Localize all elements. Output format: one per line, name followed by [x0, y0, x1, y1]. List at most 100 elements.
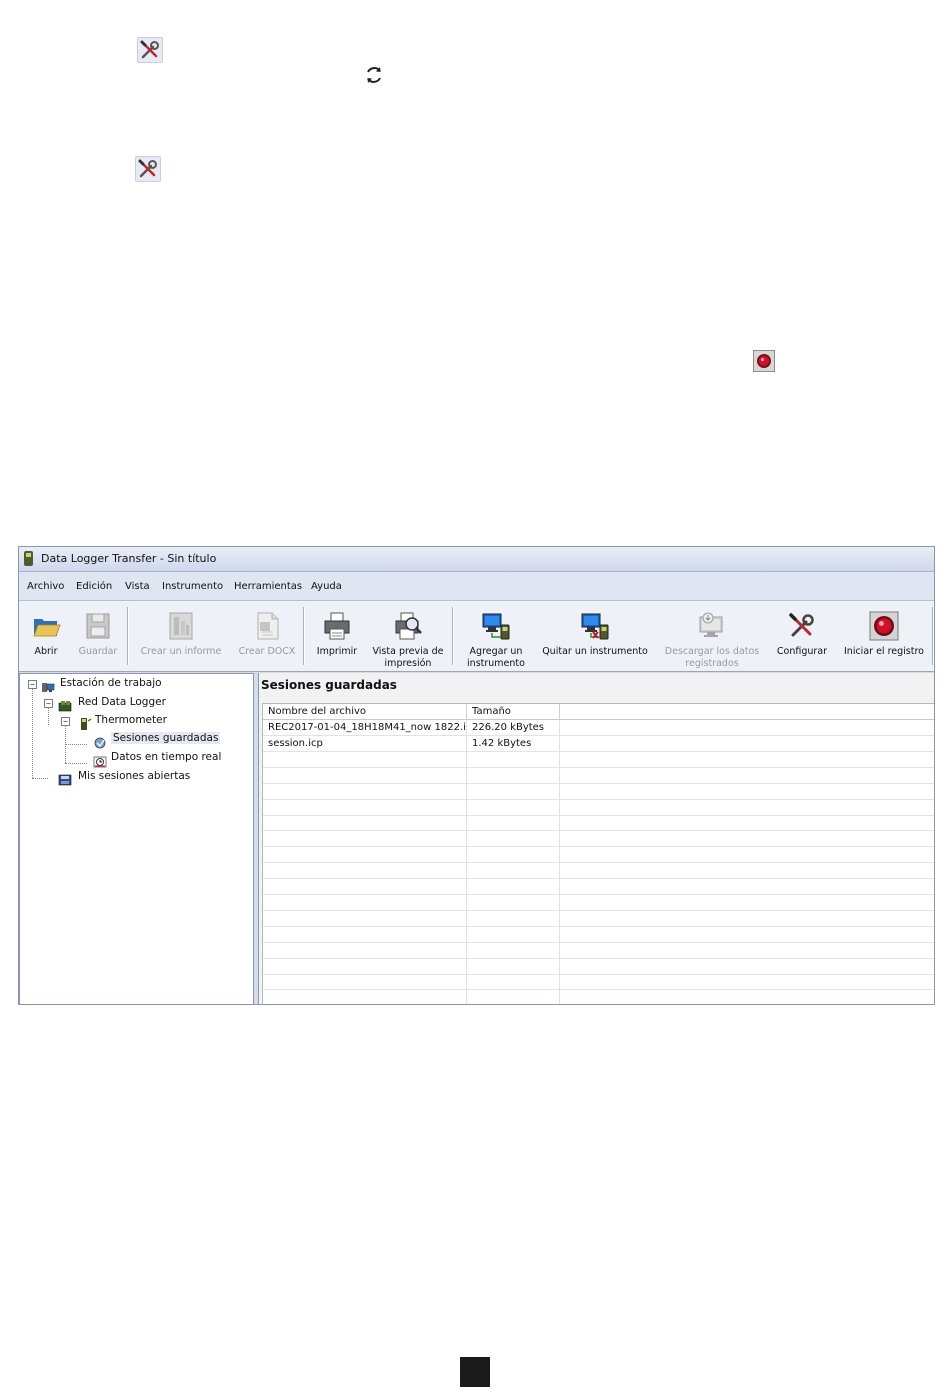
collapse-toggle[interactable]: − — [61, 717, 70, 726]
remove-instrument-button[interactable]: Quitar un instrumento — [537, 601, 653, 671]
table-row — [263, 942, 934, 959]
cell-filename — [263, 799, 467, 816]
menu-vista[interactable]: Vista — [125, 581, 150, 592]
saved-sessions-icon — [93, 734, 107, 749]
open-folder-icon — [31, 611, 61, 641]
table-row — [263, 990, 934, 1004]
cell-filename — [263, 751, 467, 768]
configure-button[interactable]: Configurar — [771, 601, 833, 671]
menu-instrumento[interactable]: Instrumento — [162, 581, 223, 592]
column-header-size[interactable]: Tamaño — [467, 704, 560, 720]
cell-filename: REC2017-01-04_18H18M41_now 1822.icp — [263, 720, 467, 736]
cell-filename — [263, 926, 467, 943]
start-recording-button[interactable]: Iniciar el registro — [839, 601, 929, 671]
toolbar-separator — [932, 607, 934, 665]
printer-icon — [322, 611, 352, 641]
create-docx-button[interactable]: Crear DOCX — [233, 601, 301, 671]
table-row — [263, 926, 934, 943]
table-row — [263, 894, 934, 911]
print-preview-button[interactable]: Vista previa de impresión — [367, 601, 449, 671]
cell-filename — [263, 847, 467, 864]
table-row — [263, 751, 934, 768]
cell-size — [467, 831, 560, 848]
open-sessions-icon — [58, 771, 72, 786]
menu-ayuda[interactable]: Ayuda — [311, 581, 342, 592]
toolbar-label: Imprimir — [316, 646, 358, 657]
table-row — [263, 974, 934, 991]
tree-item-workstation[interactable]: Estación de trabajo — [60, 677, 162, 689]
cell-filename: session.icp — [263, 735, 467, 752]
table-row — [263, 958, 934, 975]
tree-item-network[interactable]: Red Data Logger — [78, 696, 166, 708]
create-report-button[interactable]: Crear un informe — [135, 601, 227, 671]
toolbar-label: Guardar — [78, 646, 118, 657]
save-icon — [83, 611, 113, 641]
table-row[interactable]: session.icp 1.42 kBytes — [263, 735, 934, 752]
table-row — [263, 815, 934, 832]
cell-size — [467, 879, 560, 895]
app-window: Data Logger Transfer - Sin título Archiv… — [18, 546, 935, 1005]
cell-size — [467, 767, 560, 784]
sessions-panel: Sesiones guardadas Nombre del archivo Ta… — [258, 673, 934, 1004]
wrench-screwdriver-icon — [135, 156, 161, 182]
tree-item-saved-sessions[interactable]: Sesiones guardadas — [111, 732, 221, 744]
create-report-icon — [166, 611, 196, 641]
app-icon — [24, 551, 33, 566]
table-row[interactable]: REC2017-01-04_18H18M41_now 1822.icp 226.2… — [263, 720, 934, 736]
save-button[interactable]: Guardar — [73, 601, 123, 671]
cell-filename — [263, 974, 467, 991]
cell-size — [467, 990, 560, 1004]
menu-archivo[interactable]: Archivo — [27, 581, 64, 592]
add-instrument-icon — [481, 611, 511, 641]
column-header-filename[interactable]: Nombre del archivo — [263, 704, 467, 720]
menu-edicion[interactable]: Edición — [76, 581, 112, 592]
cell-filename — [263, 815, 467, 832]
add-instrument-button[interactable]: Agregar un instrumento — [457, 601, 535, 671]
cell-size — [467, 942, 560, 959]
table-row — [263, 767, 934, 784]
cell-filename — [263, 990, 467, 1004]
cell-filename — [263, 894, 467, 911]
navigation-tree: − Estación de trabajo − Red Data Logger … — [19, 673, 254, 1004]
cell-size — [467, 799, 560, 816]
tree-item-open-sessions[interactable]: Mis sesiones abiertas — [78, 770, 190, 782]
print-preview-icon — [393, 611, 423, 641]
menu-herramientas[interactable]: Herramientas — [234, 581, 302, 592]
tree-item-thermometer[interactable]: Thermometer — [95, 714, 167, 726]
toolbar-label: Iniciar el registro — [844, 646, 924, 657]
cell-filename — [263, 863, 467, 880]
cell-size — [467, 847, 560, 864]
cell-filename — [263, 958, 467, 975]
table-row — [263, 799, 934, 816]
toolbar-separator — [452, 607, 454, 665]
toolbar-label: Crear un informe — [140, 646, 222, 657]
collapse-toggle[interactable]: − — [28, 680, 37, 689]
network-icon — [58, 697, 72, 712]
wrench-screwdriver-icon — [137, 37, 163, 63]
download-data-button[interactable]: Descargar los datos registrados — [661, 601, 763, 671]
cell-filename — [263, 910, 467, 927]
toolbar-separator — [303, 607, 305, 665]
open-button[interactable]: Abrir — [23, 601, 69, 671]
record-icon — [869, 611, 899, 641]
tree-item-realtime-data[interactable]: Datos en tiempo real — [111, 751, 221, 763]
print-button[interactable]: Imprimir — [311, 601, 363, 671]
cell-filename — [263, 879, 467, 895]
table-row — [263, 910, 934, 927]
page-marker — [460, 1357, 490, 1387]
table-row — [263, 847, 934, 864]
record-icon — [753, 350, 775, 372]
toolbar-label: Quitar un instrumento — [542, 646, 648, 657]
cell-size — [467, 958, 560, 975]
table-row — [263, 783, 934, 800]
realtime-data-icon — [93, 753, 107, 768]
table-row — [263, 863, 934, 880]
table-row — [263, 831, 934, 848]
cell-size — [467, 974, 560, 991]
cell-filename — [263, 767, 467, 784]
cell-size — [467, 894, 560, 911]
cell-size — [467, 815, 560, 832]
collapse-toggle[interactable]: − — [44, 699, 53, 708]
toolbar-label: Configurar — [776, 646, 828, 657]
panel-title: Sesiones guardadas — [261, 678, 397, 692]
